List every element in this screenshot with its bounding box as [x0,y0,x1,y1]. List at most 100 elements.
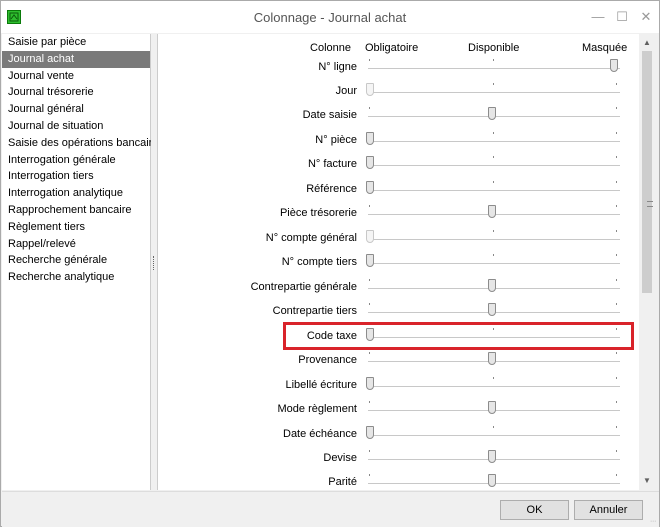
slider-tick [493,254,494,257]
slider-tick [493,131,494,134]
column-label: Parité [328,476,357,489]
sidebar-item[interactable]: Recherche analytique [2,269,150,286]
slider-thumb[interactable] [488,474,496,488]
sidebar-item[interactable]: Journal vente [2,68,150,85]
slider-tick [616,156,617,159]
slider-track[interactable] [368,140,620,142]
header-masquee: Masquée [582,42,628,54]
slider-tick [616,278,617,281]
sidebar-item[interactable]: Interrogation tiers [2,168,150,185]
slider-tick [616,425,617,428]
vertical-scrollbar[interactable]: ▲ ▼ [639,34,656,490]
sidebar-item[interactable]: Rappel/relevé [2,236,150,253]
slider-tick [616,474,617,477]
column-row: N° pièce [158,129,639,153]
ok-button[interactable]: OK [500,500,569,520]
sidebar-item[interactable]: Journal trésorerie [2,84,150,101]
column-row: Référence [158,178,639,202]
column-label: Provenance [298,354,357,367]
sidebar-item[interactable]: Rapprochement bancaire [2,202,150,219]
column-row: Date échéance [158,423,639,447]
column-row: N° ligne [158,56,639,80]
column-label: Mode règlement [277,403,358,416]
slider-thumb[interactable] [366,131,374,145]
column-row: Contrepartie générale [158,276,639,300]
slider-thumb[interactable] [610,58,618,72]
scroll-up-icon[interactable]: ▲ [643,38,651,47]
slider-thumb[interactable] [488,107,496,121]
sidebar-item[interactable]: Interrogation générale [2,152,150,169]
sidebar-item[interactable]: Journal général [2,101,150,118]
slider-thumb[interactable] [488,205,496,219]
header-colonne: Colonne [310,42,351,54]
slider-tick [369,474,370,477]
slider-thumb[interactable] [488,401,496,415]
resize-grip-icon[interactable]: ⋯ [650,518,658,526]
column-label: N° compte général [265,231,357,244]
minimize-icon[interactable]: — [587,7,609,27]
column-row: Contrepartie tiers [158,300,639,324]
sidebar-item[interactable]: Journal achat [2,50,150,68]
slider-thumb[interactable] [366,425,374,439]
slider-track[interactable] [368,91,620,93]
slider-thumb[interactable] [366,254,374,268]
slider-tick [369,107,370,110]
cancel-button[interactable]: Annuler [574,500,643,520]
slider-thumb[interactable] [488,303,496,317]
scroll-down-icon[interactable]: ▼ [643,476,651,485]
slider-thumb[interactable] [488,450,496,464]
slider-thumb[interactable] [488,278,496,292]
column-row: Mode règlement [158,398,639,422]
column-label: N° compte tiers [281,256,357,269]
column-label: Contrepartie tiers [272,305,357,318]
slider-thumb[interactable] [366,229,374,243]
slider-tick [493,180,494,183]
slider-tick [616,82,617,85]
slider-thumb[interactable] [488,352,496,366]
column-label: Libellé écriture [285,378,357,391]
title-bar: Colonnage - Journal achat — ☐ ✕ [1,1,659,33]
slider-tick [493,58,494,61]
slider-track[interactable] [368,263,620,265]
sidebar-item[interactable]: Journal de situation [2,118,150,135]
window-title: Colonnage - Journal achat [253,10,407,25]
slider-track[interactable] [368,434,620,436]
scroll-thumb[interactable] [642,51,653,293]
column-label: Devise [323,452,357,465]
column-label: Pièce trésorerie [279,207,357,220]
slider-thumb[interactable] [366,376,374,390]
maximize-icon[interactable]: ☐ [611,7,633,27]
slider-thumb[interactable] [366,82,374,96]
column-row: N° facture [158,153,639,177]
slider-thumb[interactable] [366,156,374,170]
slider-tick [369,58,370,61]
sidebar-item[interactable]: Interrogation analytique [2,185,150,202]
slider-tick [616,254,617,257]
slider-tick [493,82,494,85]
slider-tick [616,180,617,183]
slider-tick [616,352,617,355]
slider-track[interactable] [368,385,620,387]
slider-thumb[interactable] [366,180,374,194]
slider-track[interactable] [368,238,620,240]
slider-track[interactable] [368,67,620,69]
slider-track[interactable] [368,165,620,167]
column-label: Contrepartie générale [250,280,357,293]
column-label: N° pièce [315,133,357,146]
code-taxe-highlight [283,322,634,350]
column-row: Parité [158,471,639,490]
column-row: Date saisie [158,104,639,128]
column-label: N° facture [307,158,357,171]
slider-tick [369,278,370,281]
slider-tick [369,450,370,453]
sidebar-item[interactable]: Saisie par pièce [2,34,150,51]
close-icon[interactable]: ✕ [635,7,657,27]
slider-track[interactable] [368,189,620,191]
sidebar-item[interactable]: Saisie des opérations bancaires [2,135,164,152]
sidebar-item[interactable]: Recherche générale [2,252,150,269]
column-row: Libellé écriture [158,374,639,398]
sidebar-item[interactable]: Règlement tiers [2,219,150,236]
slider-tick [616,303,617,306]
scroll-grip-icon [647,201,653,207]
slider-tick [616,450,617,453]
